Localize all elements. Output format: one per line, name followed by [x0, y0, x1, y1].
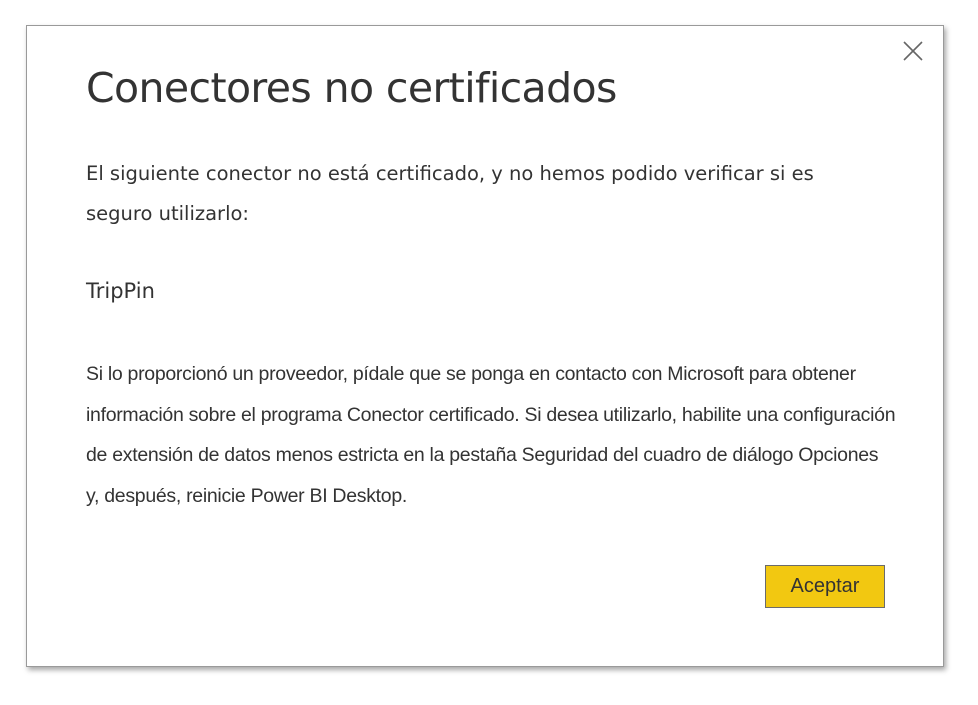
dialog-title: Conectores no certificados — [86, 64, 617, 112]
close-button[interactable] — [899, 37, 927, 65]
instructions-text: Si lo proporcionó un proveedor, pídale q… — [86, 363, 896, 507]
uncertified-connectors-dialog: Conectores no certificados El siguiente … — [26, 25, 944, 667]
intro-text: El siguiente conector no está certificad… — [86, 162, 814, 225]
connector-name: TripPin — [86, 279, 155, 303]
close-icon — [903, 41, 923, 61]
accept-button[interactable]: Aceptar — [765, 565, 885, 608]
